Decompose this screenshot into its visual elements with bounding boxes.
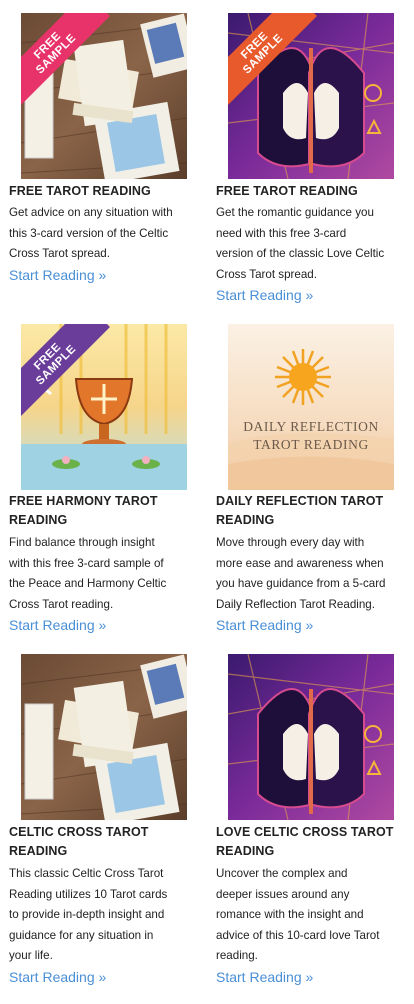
svg-text:TAROT READING: TAROT READING	[253, 437, 369, 452]
svg-text:DAILY REFLECTION: DAILY REFLECTION	[243, 419, 379, 434]
card-title: DAILY REFLECTION TAROT READING	[216, 494, 384, 527]
harmony-chalice-image[interactable]: FREE SAMPLE	[21, 324, 187, 490]
love-couple-image[interactable]: FREE SAMPLE	[228, 13, 394, 179]
celtic-cross-table-image[interactable]	[21, 654, 187, 820]
celtic-cross-table-image[interactable]: FREE SAMPLE	[21, 13, 187, 179]
card-title: CELTIC CROSS TAROT READING	[9, 825, 149, 858]
start-reading-link[interactable]: Start Reading »	[216, 285, 406, 305]
start-reading-link[interactable]: Start Reading »	[216, 615, 406, 635]
card-description: Get advice on any situation with this 3-…	[9, 206, 173, 260]
card-title: FREE TAROT READING	[216, 184, 358, 198]
card-title: LOVE CELTIC CROSS TAROT READING	[216, 825, 394, 858]
daily-reflection-image[interactable]: DAILY REFLECTION TAROT READING	[228, 324, 394, 490]
card-description: Move through every day with more ease an…	[216, 536, 386, 611]
card-description: Get the romantic guidance you need with …	[216, 206, 385, 281]
start-reading-link[interactable]: Start Reading »	[9, 265, 199, 285]
card-title: FREE TAROT READING	[9, 184, 151, 198]
card-description: Find balance through insight with this f…	[9, 536, 167, 611]
love-couple-image[interactable]	[228, 654, 394, 820]
start-reading-link[interactable]: Start Reading »	[9, 967, 199, 987]
start-reading-link[interactable]: Start Reading »	[9, 615, 199, 635]
card-title: FREE HARMONY TAROT READING	[9, 494, 158, 527]
card-description: Uncover the complex and deeper issues ar…	[216, 867, 380, 962]
card-description: This classic Celtic Cross Tarot Reading …	[9, 867, 168, 962]
sun-icon	[275, 349, 331, 405]
start-reading-link[interactable]: Start Reading »	[216, 967, 406, 987]
